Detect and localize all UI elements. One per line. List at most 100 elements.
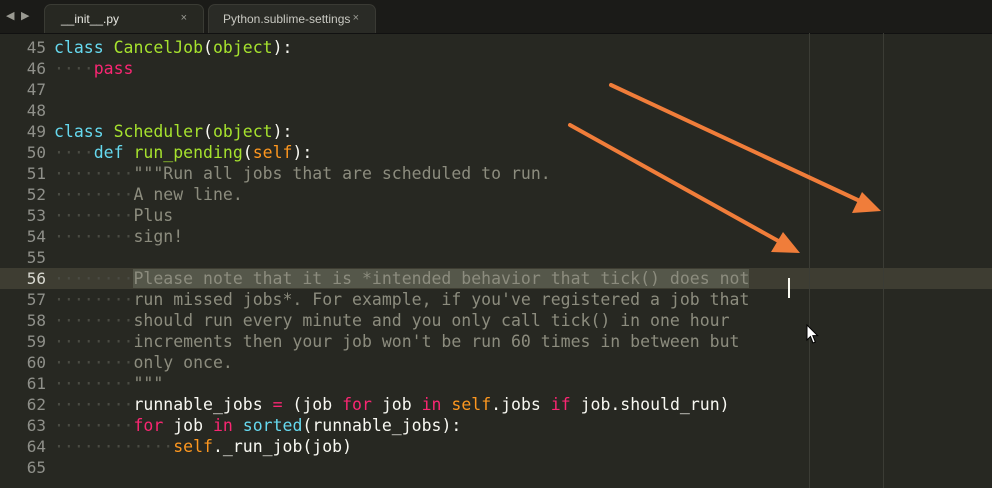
code-line[interactable]: 55 [0,247,992,268]
whitespace-marker: ········ [54,227,134,246]
code-token: object [212,122,273,141]
close-icon[interactable]: × [353,12,359,24]
whitespace-marker: ········ [54,332,134,351]
code-text: ········increments then your job won't b… [54,331,739,352]
code-token: = [272,395,283,414]
line-number: 58 [26,311,46,330]
whitespace-marker: ········ [54,185,134,204]
line-number: 50 [26,143,46,162]
code-text: ········runnable_jobs = (job for job in … [54,394,730,415]
code-token: in [421,395,442,414]
code-token: job [371,395,422,414]
code-token: runnable_jobs [133,395,273,414]
code-line[interactable]: 65 [0,457,992,478]
tab-label: Python.sublime-settings [223,12,351,26]
code-line[interactable]: 47 [0,79,992,100]
line-number: 63 [26,416,46,435]
code-line[interactable]: 53 ········Plus [0,205,992,226]
nav-forward-icon[interactable]: ▶ [21,9,29,22]
whitespace-marker: ········ [54,353,134,372]
line-number: 61 [26,374,46,393]
code-token: run_pending [133,143,243,162]
code-text: ········should run every minute and you … [54,310,730,331]
code-line[interactable]: 57 ········run missed jobs*. For example,… [0,289,992,310]
code-token: class [54,122,104,141]
code-line[interactable]: 51 ········"""Run all jobs that are sched… [0,163,992,184]
close-icon[interactable]: × [181,12,187,24]
tab-python-sublime-settings[interactable]: Python.sublime-settings × [208,4,376,33]
code-token: CancelJob [113,38,204,57]
whitespace-marker: ········ [54,290,134,309]
code-line[interactable]: 49 class Scheduler(object): [0,121,992,142]
code-line[interactable]: 45 class CancelJob(object): [0,37,992,58]
code-line[interactable]: 61 ········""" [0,373,992,394]
code-text: class Scheduler(object): [54,121,292,142]
whitespace-marker: ········ [54,206,134,225]
code-token: job.should_run) [570,395,730,414]
code-token: ( [203,122,213,141]
whitespace-marker: ···· [54,143,94,162]
code-line[interactable]: 60 ········only once. [0,352,992,373]
code-text: ········A new line. [54,184,243,205]
code-line[interactable]: 48 [0,100,992,121]
code-token: ._run_job(job) [212,437,353,456]
code-token: job [163,416,213,435]
line-number: 45 [26,38,46,57]
code-line[interactable]: 64 ············self._run_job(job) [0,436,992,457]
code-token: should run every minute and you only cal… [133,311,730,330]
code-text: ····def run_pending(self): [54,142,312,163]
code-line[interactable]: 56 ········Please note that it is *intend… [0,268,992,289]
line-number: 52 [26,185,46,204]
line-number: 62 [26,395,46,414]
code-line[interactable]: 54 ········sign! [0,226,992,247]
code-editor[interactable]: 4445class CancelJob(object):46····pass47… [0,33,992,488]
tab-init-py[interactable]: __init__.py × [44,4,204,33]
tab-label: __init__.py [61,12,120,26]
code-text: ····pass [54,58,134,79]
code-token: ( [242,143,253,162]
code-line[interactable]: 58 ········should run every minute and yo… [0,310,992,331]
code-line[interactable]: 50 ····def run_pending(self): [0,142,992,163]
whitespace-marker: ········ [54,269,134,288]
code-token: A new line. [133,185,243,204]
code-text: ········""" [54,373,163,394]
line-number: 60 [26,353,46,372]
line-number: 47 [26,80,46,99]
code-token: increments then your job won't be run 60… [133,332,740,351]
code-token: .jobs [491,395,551,414]
code-text: ········Plus [54,205,173,226]
line-number: 54 [26,227,46,246]
whitespace-marker: ········ [54,416,134,435]
line-number: 51 [26,164,46,183]
line-number: 65 [26,458,46,477]
code-token: ( [203,38,213,57]
code-token: self [252,143,293,162]
code-line[interactable]: 46 ····pass [0,58,992,79]
whitespace-marker: ···· [54,59,94,78]
line-number: 57 [26,290,46,309]
nav-back-icon[interactable]: ◀ [6,9,14,22]
selected-text: Please note that it is *intended behavio… [133,269,750,288]
code-line[interactable]: 63 ········for job in sorted(runnable_job… [0,415,992,436]
code-token: if [550,395,571,414]
code-token: sign! [133,227,184,246]
line-number: 55 [26,248,46,267]
code-line[interactable]: 52 ········A new line. [0,184,992,205]
line-number: 53 [26,206,46,225]
code-token: for [342,395,372,414]
text-cursor [788,278,790,298]
code-token: ): [292,143,313,162]
code-token: self [451,395,492,414]
mouse-pointer-icon [806,324,819,344]
whitespace-marker: ········ [54,164,134,183]
code-token: (runnable_jobs): [302,416,462,435]
ruler-line [883,33,884,488]
line-number: 64 [26,437,46,456]
code-text: ········sign! [54,226,183,247]
code-line[interactable]: 59 ········increments then your job won't… [0,331,992,352]
code-line[interactable]: 62 ········runnable_jobs = (job for job i… [0,394,992,415]
